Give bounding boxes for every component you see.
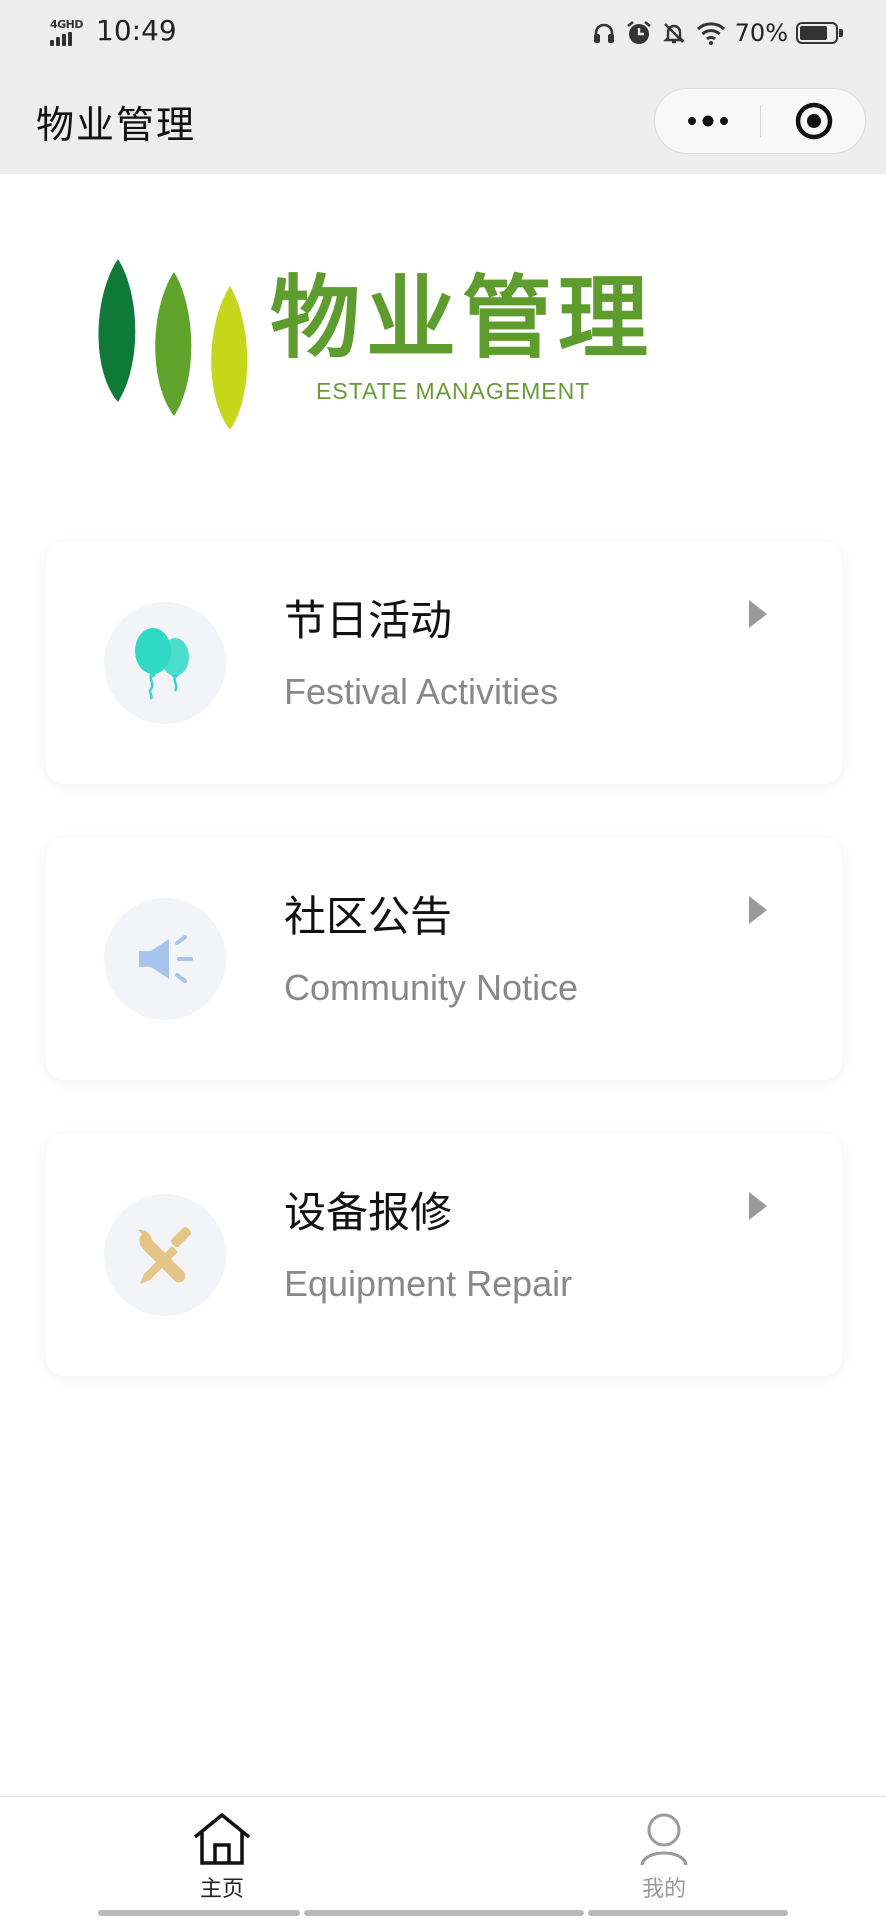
card-title: 设备报修: [284, 1188, 453, 1237]
more-button[interactable]: [655, 89, 760, 153]
navigation-bar: 物业管理: [0, 64, 886, 174]
card-icon-circle: [104, 1194, 226, 1316]
arrow-right-icon: [749, 600, 767, 628]
battery-percentage: 70%: [734, 19, 788, 47]
card-subtitle: Equipment Repair: [284, 1263, 573, 1304]
close-button[interactable]: [761, 89, 866, 153]
card-icon-circle: [104, 898, 226, 1020]
more-dots-icon: [687, 115, 728, 127]
network-type: 4GHD: [50, 18, 84, 31]
tab-mine[interactable]: 我的: [604, 1811, 724, 1902]
megaphone-icon: [139, 935, 193, 983]
card-title: 节日活动: [284, 596, 453, 645]
tab-bar: 主页 我的: [0, 1796, 886, 1920]
card-subtitle: Festival Activities: [284, 671, 559, 712]
home-indicator: [304, 1910, 584, 1916]
tools-icon: [138, 1226, 192, 1284]
user-icon: [640, 1813, 688, 1866]
arrow-right-icon: [749, 896, 767, 924]
mini-program-capsule: [654, 88, 866, 154]
tab-home[interactable]: 主页: [162, 1811, 282, 1902]
estate-logo: 物业管理 ESTATE MANAGEMENT: [90, 254, 730, 434]
status-time: 10:49: [96, 14, 177, 47]
menu-card-community-notice[interactable]: 社区公告 Community Notice: [46, 838, 842, 1080]
battery-icon: [796, 22, 843, 44]
status-bar: 4GHD 10:49 70%: [0, 0, 886, 64]
home-indicator: [98, 1910, 300, 1916]
balloons-icon: [135, 628, 189, 700]
arrow-right-icon: [749, 1192, 767, 1220]
logo-title: 物业管理: [270, 266, 654, 371]
cellular-signal-icon: 4GHD: [48, 18, 86, 48]
leaves-logo-icon: [98, 259, 248, 430]
card-icon-circle: [104, 602, 226, 724]
mute-notification-icon: [661, 20, 687, 46]
target-icon: [795, 102, 832, 140]
menu-card-festival-activities[interactable]: 节日活动 Festival Activities: [46, 542, 842, 784]
alarm-icon: [625, 19, 653, 47]
tab-home-label: 主页: [199, 1877, 244, 1902]
card-subtitle: Community Notice: [284, 967, 579, 1008]
logo-subtitle: ESTATE MANAGEMENT: [316, 378, 591, 404]
home-icon: [193, 1813, 251, 1865]
status-icons: 70%: [591, 16, 843, 50]
card-title: 社区公告: [284, 892, 453, 941]
tab-mine-label: 我的: [641, 1877, 686, 1902]
wifi-icon: [695, 20, 727, 46]
menu-card-equipment-repair[interactable]: 设备报修 Equipment Repair: [46, 1134, 842, 1376]
headphones-icon: [591, 20, 617, 46]
page-title: 物业管理: [36, 103, 197, 147]
home-indicator: [588, 1910, 788, 1916]
